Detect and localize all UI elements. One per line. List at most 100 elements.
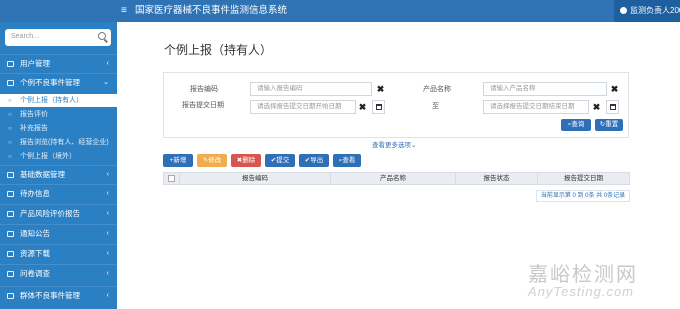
column-header-submit-date[interactable]: 报告提交日期 [538,173,629,184]
sidebar-item-label: 待办信息 [20,189,50,198]
sidebar-subitem-label: 个例上报（境外） [20,153,76,160]
folder-icon [7,80,14,86]
sidebar-item-label: 用户管理 [20,59,50,68]
sidebar-subitem-supplementary-report[interactable]: ○ 补充报告 [0,122,117,135]
more-options-label: 查看更多选项 [372,142,411,149]
search-icon[interactable] [98,32,106,40]
user-menu[interactable]: 监测负责人200 [614,0,680,22]
view-button[interactable]: ⌕查看 [333,154,361,167]
sidebar-item-user-management[interactable]: 用户管理 ‹ [0,54,117,72]
sidebar-item-downloads[interactable]: 资源下载 ‹ [0,244,117,262]
submit-date-label: 报告提交日期 [182,102,224,109]
calendar-icon[interactable] [372,100,385,114]
inbox-icon [7,191,14,197]
clear-icon[interactable]: ✖ [608,82,621,96]
circle-icon: ○ [8,154,12,160]
clear-icon[interactable]: ✖ [356,100,369,114]
export-button[interactable]: ✔导出 [299,154,329,167]
watermark-en: AnyTesting.com [528,284,635,299]
chevron-left-icon: ‹ [106,292,109,299]
chevron-left-icon: ‹ [106,270,109,277]
date-end-input[interactable]: 请选择报告提交日期结束日期 [483,100,589,114]
menu-toggle-icon[interactable]: ≡ [121,5,127,17]
sidebar-subitem-report-evaluation[interactable]: ○ 报告评价 [0,108,117,121]
sidebar-item-label: 产品风险评价报告 [20,209,80,218]
database-icon [7,172,14,178]
to-label: 至 [432,103,439,110]
query-button[interactable]: ⌕查询 [561,119,591,131]
reset-button-label: 重置 [605,121,619,128]
pagination-info: 当前显示第 0 到 0条 共 0条记录 [536,190,630,202]
clear-icon[interactable]: ✖ [374,82,387,96]
date-start-input[interactable]: 请选择报告提交日期开始日期 [250,100,356,114]
chevron-left-icon: ‹ [106,210,109,217]
sidebar: Search... 用户管理 ‹ 个例不良事件管理 ⌄ ○ 个例上报（持有人） … [0,22,117,309]
export-button-label: 导出 [310,157,324,164]
clear-icon[interactable]: ✖ [590,100,603,114]
survey-icon [7,271,14,277]
column-header-report-code[interactable]: 报告编码 [180,173,331,184]
query-button-label: 查询 [571,121,585,128]
table-header: 报告编码 产品名称 报告状态 报告提交日期 [163,172,630,185]
sidebar-subitem-report-browse[interactable]: ○ 报告浏览(持有人、经营企业) [0,136,117,149]
circle-icon: ○ [8,126,12,132]
chevron-down-icon: ⌄ [103,79,109,86]
add-button[interactable]: +新增 [163,154,193,167]
select-all-cell [164,173,180,184]
sidebar-item-todo[interactable]: 待办信息 ‹ [0,184,117,202]
sidebar-item-label: 群体不良事件管理 [20,291,80,300]
app-title: 国家医疗器械不良事件监测信息系统 [135,5,288,16]
page-title: 个例上报（持有人） [164,43,273,57]
sidebar-item-survey[interactable]: 问卷调查 ‹ [0,264,117,282]
sidebar-subitem-label: 补充报告 [20,125,48,132]
watermark-cn: 嘉峪检测网 [528,262,638,286]
select-all-checkbox[interactable] [168,175,175,182]
submit-button[interactable]: ✔提交 [265,154,295,167]
sidebar-subitem-label: 报告浏览(持有人、经营企业) [20,139,109,146]
report-code-input[interactable]: 请输入报告编码 [250,82,372,96]
search-input[interactable]: Search... [5,29,111,46]
sidebar-item-group-events[interactable]: 群体不良事件管理 ‹ [0,286,117,304]
column-header-product-name[interactable]: 产品名称 [331,173,456,184]
product-name-label: 产品名称 [423,86,451,93]
sidebar-subitem-label: 个例上报（持有人） [20,97,83,104]
circle-icon: ○ [8,140,12,146]
sidebar-item-notices[interactable]: 通知公告 ‹ [0,224,117,242]
sidebar-item-label: 资源下载 [20,249,50,258]
group-icon [7,293,14,299]
chevron-left-icon: ‹ [106,250,109,257]
sidebar-item-basic-data[interactable]: 基础数据管理 ‹ [0,165,117,183]
sidebar-item-risk-report[interactable]: 产品风险评价报告 ‹ [0,204,117,222]
bell-icon [7,231,14,237]
more-options-link[interactable]: 查看更多选项⌄ [368,139,421,149]
sidebar-subitem-label: 报告评价 [20,111,48,118]
download-icon [7,251,14,257]
top-bar: ≡ 国家医疗器械不良事件监测信息系统 监测负责人200 [0,0,680,22]
report-icon [7,211,14,217]
user-label: 监测负责人200 [630,6,680,15]
reset-button[interactable]: ↻重置 [595,119,623,131]
calendar-icon[interactable] [606,100,619,114]
sidebar-subitem-report-overseas[interactable]: ○ 个例上报（境外） [0,150,117,163]
sidebar-item-label: 个例不良事件管理 [20,78,80,87]
report-code-label: 报告编码 [190,86,218,93]
sidebar-item-label: 基础数据管理 [20,170,65,179]
sidebar-subitem-report-holder[interactable]: ○ 个例上报（持有人） [0,94,117,107]
submit-button-label: 提交 [276,157,290,164]
delete-button[interactable]: ✖删除 [231,154,261,167]
sidebar-item-label: 通知公告 [20,229,50,238]
edit-button[interactable]: ✎修改 [197,154,227,167]
product-name-input[interactable]: 请输入产品名称 [483,82,607,96]
column-header-report-status[interactable]: 报告状态 [456,173,538,184]
chevron-down-icon: ⌄ [411,142,417,149]
chevron-left-icon: ‹ [106,171,109,178]
sidebar-item-label: 问卷调查 [20,269,50,278]
search-placeholder: Search... [11,33,40,40]
chevron-left-icon: ‹ [106,230,109,237]
users-icon [7,61,14,67]
circle-icon: ○ [8,112,12,118]
chevron-left-icon: ‹ [106,60,109,67]
user-icon [620,7,627,14]
circle-icon: ○ [8,98,12,104]
sidebar-item-adverse-events[interactable]: 个例不良事件管理 ⌄ [0,73,117,91]
